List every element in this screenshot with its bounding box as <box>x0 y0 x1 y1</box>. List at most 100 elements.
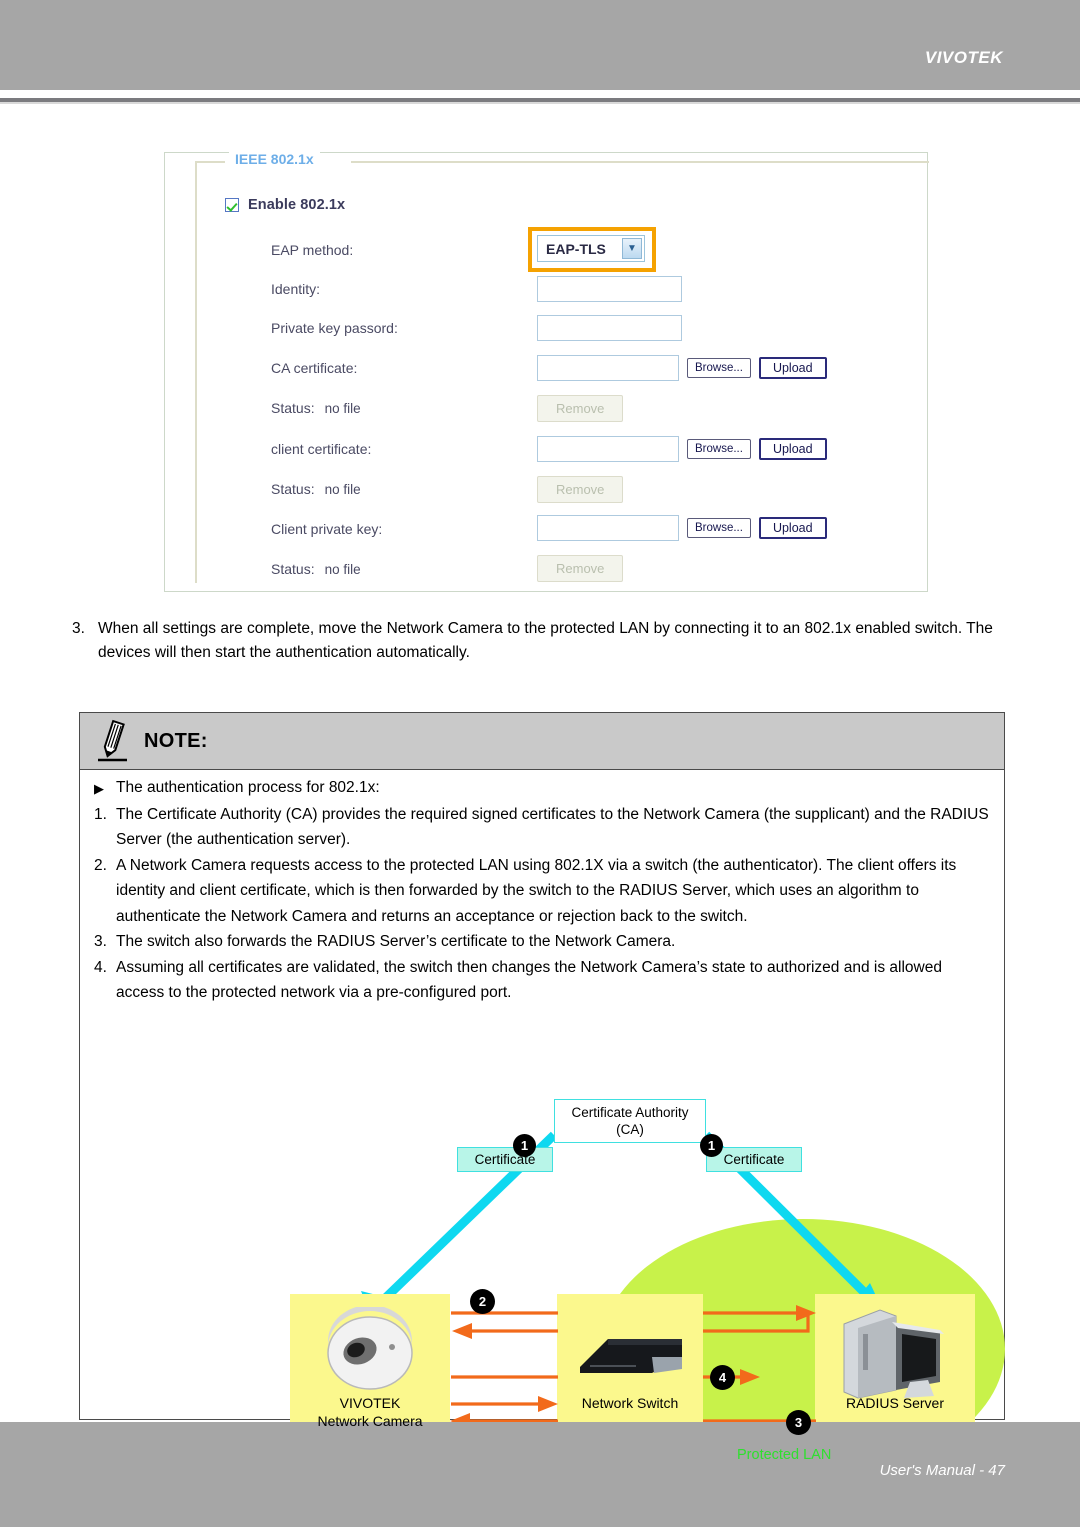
client-private-key-upload-button[interactable]: Upload <box>758 517 827 539</box>
key-status-label: Status: <box>271 561 315 577</box>
network-camera-label: VIVOTEK Network Camera <box>290 1394 450 1430</box>
step-3-paragraph: 3. When all settings are complete, move … <box>72 617 1012 665</box>
private-key-control[interactable] <box>537 315 682 341</box>
ca-certificate-browse-button[interactable]: Browse... <box>687 358 751 378</box>
note-list-item: 2. A Network Camera requests access to t… <box>94 853 990 930</box>
ca-certificate-remove-button[interactable]: Remove <box>537 395 624 422</box>
network-camera-icon <box>327 1307 413 1390</box>
page-header: VIVOTEK <box>0 0 1080 90</box>
fieldset-border-left <box>195 161 197 583</box>
client-certificate-label: client certificate: <box>271 441 372 457</box>
radius-server-label: RADIUS Server <box>845 1395 945 1411</box>
client-private-key-control[interactable]: Browse... Upload <box>537 515 827 541</box>
client-certificate-remove-button[interactable]: Remove <box>537 476 624 503</box>
note-box: NOTE: ▶ The authentication process for 8… <box>79 712 1005 1463</box>
key-status-row: Status: no file <box>271 554 361 584</box>
eap-method-label-row: EAP method: <box>271 235 353 265</box>
identity-label: Identity: <box>271 281 321 297</box>
camera-label-line1: VIVOTEK <box>339 1395 401 1411</box>
key-status-value: no file <box>324 561 361 577</box>
enable-8021x-checkbox[interactable] <box>225 198 239 212</box>
step-badge-1-left: 1 <box>513 1134 536 1157</box>
client-status-label: Status: <box>271 481 315 497</box>
client-private-key-browse-button[interactable]: Browse... <box>687 518 751 538</box>
note-item-number: 4. <box>94 958 107 976</box>
note-item-number: 3. <box>94 933 107 950</box>
client-private-key-input[interactable] <box>537 515 679 541</box>
fieldset-border-top-left <box>195 161 225 163</box>
camera-label-line2: Network Camera <box>317 1413 423 1429</box>
identity-input[interactable] <box>537 276 682 302</box>
eap-method-select[interactable]: EAP-TLS ▼ <box>528 227 656 272</box>
ieee-8021x-fieldset: IEEE 802.1x Enable 802.1x EAP method: EA… <box>195 151 929 584</box>
brand-logo: VIVOTEK <box>924 48 1003 67</box>
fieldset-border-top-right <box>351 161 929 163</box>
network-switch-label: Network Switch <box>581 1395 679 1411</box>
note-list-item: 1. The Certificate Authority (CA) provid… <box>94 802 990 853</box>
fieldset-legend: IEEE 802.1x <box>229 151 320 167</box>
enable-8021x-row[interactable]: Enable 802.1x <box>225 197 345 213</box>
ca-remove-control[interactable]: Remove <box>537 395 624 422</box>
identity-control[interactable] <box>537 276 682 302</box>
client-status-row: Status: no file <box>271 474 361 504</box>
ieee-8021x-settings-panel: IEEE 802.1x Enable 802.1x EAP method: EA… <box>164 151 929 592</box>
private-key-label-row: Private key passord: <box>271 313 398 343</box>
chevron-down-icon[interactable]: ▼ <box>622 238 642 259</box>
note-item-text: The switch also forwards the RADIUS Serv… <box>116 933 676 950</box>
eap-method-control[interactable]: EAP-TLS ▼ <box>528 227 656 272</box>
client-certificate-input[interactable] <box>537 436 679 462</box>
note-item-number: 1. <box>94 805 107 823</box>
client-certificate-upload-button[interactable]: Upload <box>758 438 827 460</box>
step-badge-1-right: 1 <box>700 1134 723 1157</box>
client-status-value: no file <box>324 481 361 497</box>
protected-lan-label: Protected LAN <box>737 1447 832 1463</box>
ca-certificate-input[interactable] <box>537 355 679 381</box>
step-3-text: When all settings are complete, move the… <box>98 620 993 661</box>
ca-title-line1: Certificate Authority <box>571 1105 689 1120</box>
ca-status-value: no file <box>324 400 361 416</box>
note-bullet-row: ▶ The authentication process for 802.1x: <box>94 775 990 802</box>
ca-certificate-label: CA certificate: <box>271 360 358 376</box>
client-private-key-remove-button[interactable]: Remove <box>537 555 624 582</box>
note-item-text: The Certificate Authority (CA) provides … <box>116 805 989 849</box>
private-key-password-label: Private key passord: <box>271 320 398 336</box>
triangle-right-icon: ▶ <box>94 781 104 796</box>
page-footer: User's Manual - 47 <box>0 1422 1080 1527</box>
client-private-key-label-row: Client private key: <box>271 514 382 544</box>
radius-server-icon <box>843 1309 944 1399</box>
pencil-icon <box>96 719 130 763</box>
eap-method-label: EAP method: <box>271 242 354 258</box>
eap-method-value: EAP-TLS <box>546 240 606 257</box>
certificate-authority-box: Certificate Authority (CA) <box>554 1099 706 1143</box>
ca-status-row: Status: no file <box>271 393 361 423</box>
step-3-number: 3. <box>72 620 85 637</box>
authentication-process-diagram: Certificate Authority (CA) Certificate C… <box>176 1099 1056 1463</box>
step-badge-4: 4 <box>710 1365 735 1390</box>
note-item-text: Assuming all certificates are validated,… <box>116 958 942 1002</box>
footer-page-label: User's Manual - 47 <box>879 1462 1005 1479</box>
note-body: ▶ The authentication process for 802.1x:… <box>80 769 1005 1463</box>
ca-status-label: Status: <box>271 400 315 416</box>
note-list-item: 3. The switch also forwards the RADIUS S… <box>94 929 990 955</box>
key-remove-control[interactable]: Remove <box>537 555 624 582</box>
client-private-key-label: Client private key: <box>271 521 383 537</box>
ca-title-line2: (CA) <box>616 1122 644 1137</box>
note-bullet-text: The authentication process for 802.1x: <box>116 779 380 796</box>
client-certificate-control[interactable]: Browse... Upload <box>537 436 827 462</box>
network-switch-icon <box>580 1339 682 1373</box>
note-title: NOTE: <box>144 729 208 752</box>
step-badge-2: 2 <box>470 1289 495 1314</box>
client-remove-control[interactable]: Remove <box>537 476 624 503</box>
ca-certificate-label-row: CA certificate: <box>271 353 357 383</box>
client-certificate-label-row: client certificate: <box>271 434 371 464</box>
client-certificate-browse-button[interactable]: Browse... <box>687 439 751 459</box>
identity-label-row: Identity: <box>271 274 320 304</box>
enable-8021x-label: Enable 802.1x <box>248 197 346 213</box>
ca-certificate-upload-button[interactable]: Upload <box>758 357 827 379</box>
note-list-item: 4. Assuming all certificates are validat… <box>94 955 990 1006</box>
certificate-box-left: Certificate <box>457 1147 553 1172</box>
step-badge-3: 3 <box>786 1410 811 1435</box>
ca-certificate-control[interactable]: Browse... Upload <box>537 355 827 381</box>
private-key-password-input[interactable] <box>537 315 682 341</box>
note-item-text: A Network Camera requests access to the … <box>116 856 957 925</box>
